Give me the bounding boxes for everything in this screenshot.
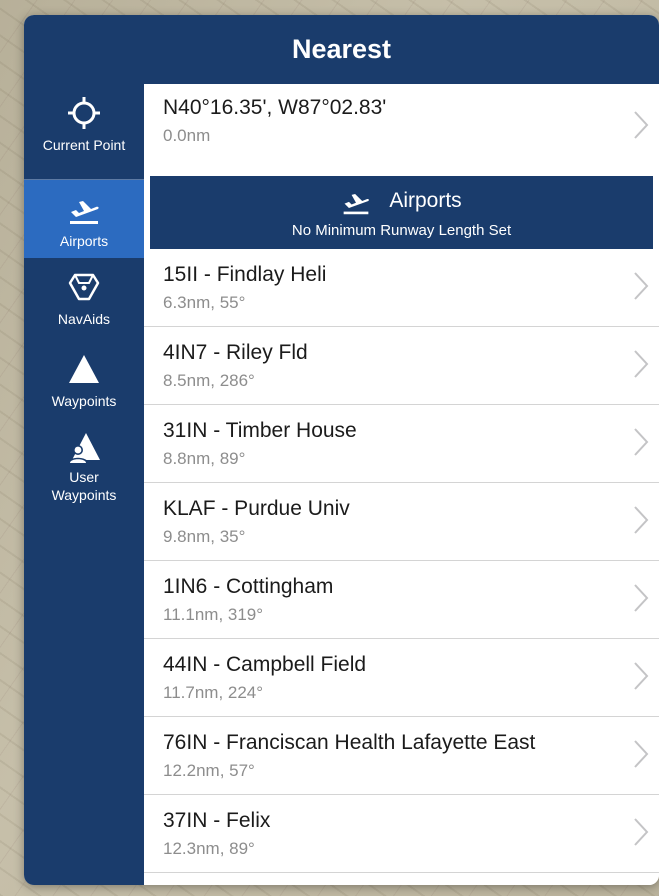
vor-icon <box>68 273 100 301</box>
triangle-icon <box>69 355 99 383</box>
airport-distance-bearing: 8.8nm, 89° <box>163 449 246 468</box>
current-point-distance: 0.0nm <box>163 126 211 145</box>
airport-name: 31IN - Timber House <box>163 419 357 442</box>
chevron-right-icon <box>634 272 649 300</box>
sidebar-item-label-line2: Waypoints <box>51 487 117 503</box>
airport-row[interactable]: 44IN - Campbell Field 11.7nm, 224° <box>144 639 659 717</box>
current-point-row[interactable]: N40°16.35', W87°02.83' 0.0nm <box>144 84 659 176</box>
sidebar: Current Point Airports NavAids Waypoints <box>24 84 144 885</box>
airport-distance-bearing: 9.8nm, 35° <box>163 527 246 546</box>
crosshair-icon <box>68 97 100 129</box>
sidebar-item-label: Current Point <box>42 137 126 153</box>
airport-distance-bearing: 11.1nm, 319° <box>163 605 264 624</box>
sidebar-item-waypoints[interactable]: Waypoints <box>24 346 144 421</box>
user-waypoint-icon <box>68 433 100 463</box>
airports-section-header: Airports No Minimum Runway Length Set <box>150 176 653 249</box>
airport-name: 1IN6 - Cottingham <box>163 575 334 598</box>
airport-name: 15II - Findlay Heli <box>163 263 327 286</box>
airport-row[interactable]: 76IN - Franciscan Health Lafayette East … <box>144 717 659 795</box>
sidebar-item-label: Waypoints <box>51 393 117 409</box>
nearest-popover: Nearest Current Point Airports NavAids W… <box>24 15 659 885</box>
chevron-right-icon <box>634 818 649 846</box>
airport-name: 4IN7 - Riley Fld <box>163 341 308 364</box>
airport-distance-bearing: 12.2nm, 57° <box>163 761 255 780</box>
airport-name: 37IN - Felix <box>163 809 271 832</box>
airport-name: 76IN - Franciscan Health Lafayette East <box>163 731 536 754</box>
page-title: Nearest <box>291 34 392 64</box>
sidebar-item-label: Airports <box>59 233 109 249</box>
airport-row[interactable]: 31IN - Timber House 8.8nm, 89° <box>144 405 659 483</box>
sidebar-item-label: NavAids <box>57 311 111 327</box>
airport-name: KLAF - Purdue Univ <box>163 497 350 520</box>
sidebar-item-current-point[interactable]: Current Point <box>24 84 144 179</box>
airport-row[interactable]: 4IN7 - Riley Fld 8.5nm, 286° <box>144 327 659 405</box>
chevron-right-icon <box>634 662 649 690</box>
sidebar-item-navaids[interactable]: NavAids <box>24 264 144 339</box>
sidebar-item-airports[interactable]: Airports <box>24 180 144 258</box>
airport-row[interactable]: KLAF - Purdue Univ 9.8nm, 35° <box>144 483 659 561</box>
airplane-takeoff-icon <box>70 201 99 224</box>
chevron-right-icon <box>634 350 649 378</box>
chevron-right-icon <box>634 111 649 139</box>
airport-distance-bearing: 11.7nm, 224° <box>163 683 264 702</box>
chevron-right-icon <box>634 740 649 768</box>
sidebar-item-label-line1: User <box>69 469 99 485</box>
chevron-right-icon <box>634 584 649 612</box>
chevron-right-icon <box>634 428 649 456</box>
airport-name: 44IN - Campbell Field <box>163 653 367 676</box>
airport-distance-bearing: 8.5nm, 286° <box>163 371 255 390</box>
airport-distance-bearing: 12.3nm, 89° <box>163 839 255 858</box>
current-point-coordinates: N40°16.35', W87°02.83' <box>163 96 387 119</box>
chevron-right-icon <box>634 506 649 534</box>
section-title-label: Airports <box>389 189 462 212</box>
airplane-takeoff-icon <box>343 193 370 215</box>
section-subtitle: No Minimum Runway Length Set <box>291 222 512 239</box>
airport-distance-bearing: 6.3nm, 55° <box>163 293 246 312</box>
results-list: N40°16.35', W87°02.83' 0.0nm Airports No… <box>144 84 659 885</box>
sidebar-item-user-waypoints[interactable]: User Waypoints <box>24 424 144 504</box>
airport-row[interactable]: 37IN - Felix 12.3nm, 89° <box>144 795 659 873</box>
popover-header: Nearest <box>24 15 659 84</box>
section-title: Airports <box>150 186 653 216</box>
airport-row[interactable]: 1IN6 - Cottingham 11.1nm, 319° <box>144 561 659 639</box>
airport-row[interactable]: 15II - Findlay Heli 6.3nm, 55° <box>144 249 659 327</box>
